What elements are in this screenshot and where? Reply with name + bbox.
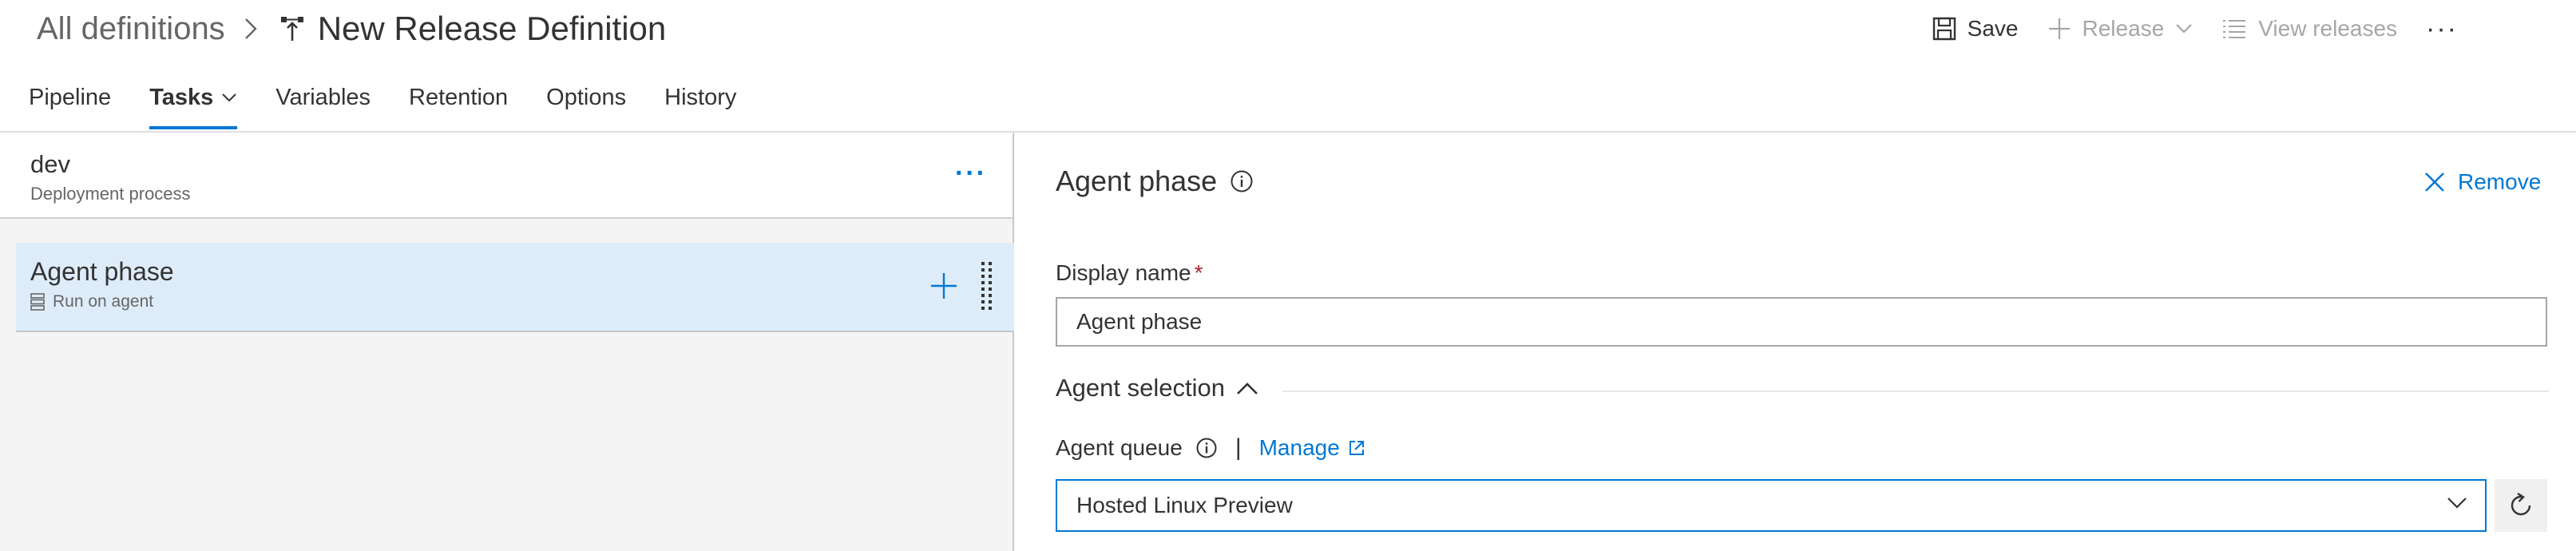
info-icon[interactable]: [1195, 437, 1218, 459]
details-title-text: Agent phase: [1056, 165, 1218, 197]
chevron-down-icon: [2176, 24, 2193, 34]
required-marker: *: [1194, 260, 1203, 285]
remove-button[interactable]: Remove: [2424, 169, 2541, 195]
tab-history[interactable]: History: [664, 77, 736, 129]
manage-link[interactable]: Manage: [1259, 435, 1365, 461]
tab-label: History: [664, 85, 737, 110]
tab-label: Tasks: [149, 85, 214, 110]
add-task-button[interactable]: [926, 268, 961, 303]
details-title: Agent phase: [1056, 165, 1254, 198]
view-releases-label: View releases: [2258, 16, 2398, 41]
remove-label: Remove: [2458, 169, 2542, 194]
page-title: New Release Definition: [317, 10, 667, 47]
breadcrumb-all-definitions[interactable]: All definitions: [37, 11, 225, 47]
chevron-up-icon: [1237, 383, 1258, 394]
breadcrumb: All definitions New Release Definition: [37, 6, 666, 51]
more-actions-button[interactable]: ···: [2426, 14, 2458, 45]
close-icon: [2425, 172, 2444, 192]
tab-options[interactable]: Options: [546, 77, 626, 129]
phase-title: Agent phase: [30, 257, 174, 286]
info-icon[interactable]: [1230, 169, 1254, 193]
refresh-icon: [2511, 492, 2531, 516]
toolbar: Save Release View releases ···: [1932, 6, 2576, 51]
separator: |: [1234, 434, 1242, 461]
agent-queue-row: Agent queue | Manage: [1056, 434, 1365, 462]
environment-subtitle: Deployment process: [30, 184, 191, 204]
tab-label: Retention: [409, 85, 509, 110]
tab-retention[interactable]: Retention: [409, 77, 508, 129]
list-icon: [2223, 20, 2246, 38]
plus-icon: [2048, 18, 2070, 39]
agent-phase-item[interactable]: Agent phase Run on agent: [16, 243, 1014, 332]
section-divider: [1282, 390, 2549, 392]
save-button[interactable]: Save: [1932, 16, 2019, 42]
agent-queue-select[interactable]: Hosted Linux Preview: [1056, 479, 2487, 532]
chevron-down-icon: [2447, 497, 2467, 509]
tab-label: Variables: [275, 85, 371, 110]
external-link-icon: [1349, 441, 1364, 455]
tab-variables[interactable]: Variables: [275, 77, 371, 129]
chevron-down-icon: [222, 93, 236, 102]
process-pane: dev Deployment process ··· Agent phase R…: [0, 133, 1014, 551]
release-label: Release: [2082, 16, 2165, 41]
tab-label: Pipeline: [29, 85, 112, 110]
save-label: Save: [1967, 16, 2019, 41]
display-name-input[interactable]: [1056, 297, 2547, 347]
plus-icon: [931, 273, 957, 299]
drag-handle-icon[interactable]: [977, 260, 997, 313]
save-icon: [1932, 17, 1956, 41]
manage-label: Manage: [1258, 435, 1340, 460]
tab-tasks[interactable]: Tasks: [149, 77, 238, 129]
environment-header[interactable]: dev Deployment process ···: [0, 133, 1013, 219]
phase-details-pane: Agent phase Remove Display name* Agent s…: [1016, 133, 2576, 551]
display-name-label: Display name *: [1056, 260, 1203, 286]
header: All definitions New Release Definition S…: [0, 0, 2576, 57]
refresh-button[interactable]: [2495, 479, 2547, 532]
phase-subtitle-text: Run on agent: [53, 292, 154, 311]
agent-queue-label: Agent queue: [1056, 435, 1183, 460]
tab-label: Options: [546, 85, 627, 110]
view-releases-button[interactable]: View releases: [2221, 16, 2397, 42]
display-name-label-text: Display name: [1056, 260, 1191, 285]
server-icon: [30, 293, 45, 311]
tab-pipeline[interactable]: Pipeline: [29, 77, 111, 129]
tab-bar: Pipeline Tasks Variables Retention Optio…: [29, 77, 775, 129]
release-pipeline-icon: [276, 13, 308, 45]
chevron-right-icon: [228, 13, 273, 45]
environment-name: dev: [30, 150, 70, 178]
agent-queue-value: Hosted Linux Preview: [1076, 493, 1293, 517]
agent-selection-toggle[interactable]: Agent selection: [1056, 374, 1258, 402]
agent-selection-label: Agent selection: [1056, 374, 1225, 402]
release-button[interactable]: Release: [2047, 16, 2194, 42]
phase-subtitle: Run on agent: [30, 292, 153, 311]
environment-more-button[interactable]: ···: [955, 158, 987, 189]
